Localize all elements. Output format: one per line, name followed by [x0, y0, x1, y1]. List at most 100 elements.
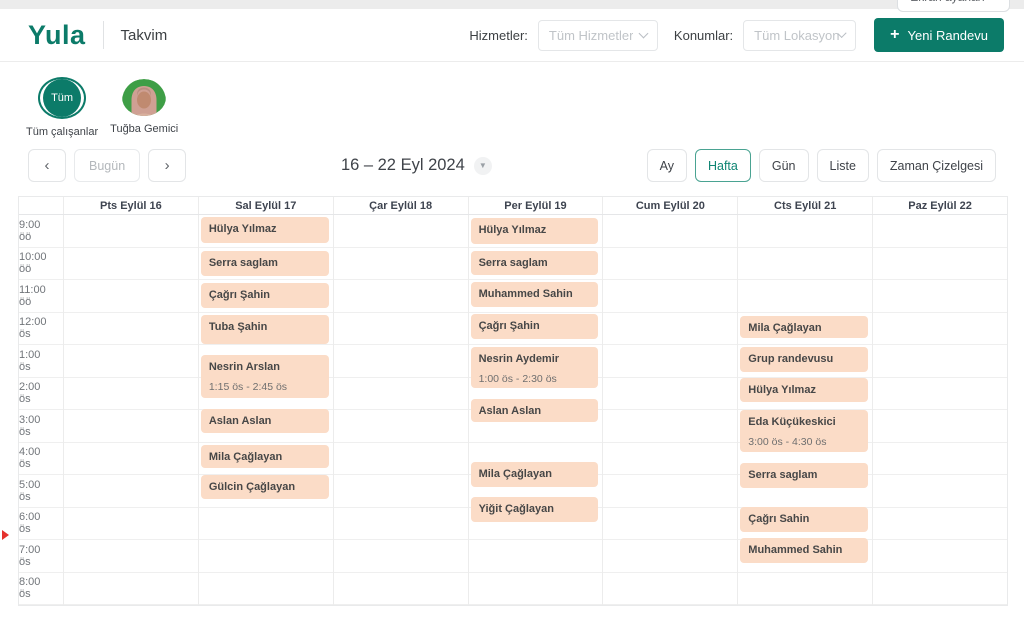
time-label: 2:00 ös	[19, 378, 63, 410]
staff-item-person[interactable]: Tuğba Gemici	[110, 77, 178, 135]
time-label: 7:00 ös	[19, 540, 63, 572]
page: Ekran ayarları Yula Takvim Hizmetler: Tü…	[0, 0, 1024, 618]
event-block[interactable]: Nesrin Arslan 1:15 ös - 2:45 ös	[201, 355, 329, 398]
event-block[interactable]: Çağrı Şahin	[201, 283, 329, 308]
person-avatar-image	[122, 79, 166, 116]
event-title: Nesrin Arslan	[209, 361, 321, 374]
event-block[interactable]: Yiğit Çağlayan	[471, 497, 599, 522]
event-title: Eda Küçükeskici	[748, 416, 860, 429]
calendar-toolbar: ‹ Bugün › 16 – 22 Eyl 2024 ▼ Ay Hafta Gü…	[0, 145, 1024, 196]
time-label: 4:00 ös	[19, 443, 63, 475]
locations-label: Konumlar:	[674, 28, 733, 43]
event-block[interactable]: Mila Çağlayan	[201, 445, 329, 468]
time-label: 9:00 öö	[19, 215, 63, 247]
time-label: 1:00 ös	[19, 345, 63, 377]
chevron-down-icon	[638, 28, 648, 38]
time-gutter-header	[19, 197, 63, 214]
column-separator	[602, 215, 603, 605]
event-block[interactable]: Muhammed Sahin	[471, 282, 599, 307]
calendar-week-grid: Pts Eylül 16Sal Eylül 17Çar Eylül 18Per …	[18, 196, 1008, 606]
event-title: Nesrin Aydemir	[479, 353, 591, 366]
staff-item-all[interactable]: Tüm Tüm çalışanlar	[26, 77, 98, 135]
screen-settings-button[interactable]: Ekran ayarları	[897, 0, 1010, 12]
event-title: Serra saglam	[748, 469, 860, 482]
nav-group: ‹ Bugün ›	[28, 149, 186, 182]
day-header-cell: Sal Eylül 17	[198, 197, 333, 214]
staff-filter-bar: Tüm Tüm çalışanlar Tuğba Gemici	[0, 62, 1024, 145]
top-strip	[0, 0, 1024, 9]
app-header: Yula Takvim Hizmetler: Tüm Hizmetler Kon…	[0, 9, 1024, 62]
view-week-button[interactable]: Hafta	[695, 149, 751, 182]
view-month-button[interactable]: Ay	[647, 149, 687, 182]
column-separator	[468, 215, 469, 605]
column-separator	[63, 215, 64, 605]
event-title: Çağrı Sahin	[748, 513, 860, 526]
next-week-button[interactable]: ›	[148, 149, 186, 182]
event-block[interactable]: Mila Çağlayan	[471, 462, 599, 487]
date-range-control[interactable]: 16 – 22 Eyl 2024 ▼	[186, 156, 646, 175]
event-block[interactable]: Muhammed Sahin	[740, 538, 868, 563]
day-header-cell: Cts Eylül 21	[737, 197, 872, 214]
event-title: Aslan Aslan	[209, 415, 321, 428]
event-block[interactable]: Mila Çağlayan	[740, 316, 868, 338]
event-title: Serra saglam	[209, 257, 321, 270]
event-block[interactable]: Tuba Şahin	[201, 315, 329, 344]
column-separator	[737, 215, 738, 605]
event-block[interactable]: Hülya Yılmaz	[471, 218, 599, 244]
event-block[interactable]: Çağrı Sahin	[740, 507, 868, 532]
event-title: Hülya Yılmaz	[479, 224, 591, 237]
column-separator	[198, 215, 199, 605]
event-block[interactable]: Eda Küçükeskici3:00 ös - 4:30 ös	[740, 410, 868, 452]
event-title: Gülcin Çağlayan	[209, 481, 321, 494]
day-header-cell: Çar Eylül 18	[333, 197, 468, 214]
event-block[interactable]: Serra saglam	[740, 463, 868, 488]
prev-week-button[interactable]: ‹	[28, 149, 66, 182]
view-day-button[interactable]: Gün	[759, 149, 809, 182]
event-block[interactable]: Grup randevusu	[740, 347, 868, 372]
event-title: Aslan Aslan	[479, 405, 591, 418]
services-select-value: Tüm Hizmetler	[549, 28, 634, 43]
event-block[interactable]: Gülcin Çağlayan	[201, 475, 329, 499]
services-select[interactable]: Tüm Hizmetler	[538, 20, 658, 51]
services-label: Hizmetler:	[469, 28, 528, 43]
event-time: 1:15 ös - 2:45 ös	[209, 381, 321, 393]
event-title: Hülya Yılmaz	[748, 384, 860, 397]
event-block[interactable]: Hülya Yılmaz	[201, 217, 329, 243]
staff-name-label: Tuğba Gemici	[110, 123, 178, 135]
new-appointment-button[interactable]: + Yeni Randevu	[874, 18, 1004, 52]
day-header-cell: Cum Eylül 20	[602, 197, 737, 214]
event-title: Mila Çağlayan	[748, 322, 860, 335]
date-range-label: 16 – 22 Eyl 2024	[341, 156, 465, 175]
hour-row: 8:00 ös	[19, 573, 1007, 606]
event-block[interactable]: Aslan Aslan	[201, 409, 329, 433]
event-block[interactable]: Nesrin Aydemir1:00 ös - 2:30 ös	[471, 347, 599, 388]
view-list-button[interactable]: Liste	[817, 149, 869, 182]
event-block[interactable]: Serra saglam	[201, 251, 329, 276]
event-title: Yiğit Çağlayan	[479, 503, 591, 516]
time-label: 10:00 öö	[19, 248, 63, 280]
selected-avatar-ring: Tüm	[38, 77, 86, 119]
column-separator	[872, 215, 873, 605]
event-block[interactable]: Hülya Yılmaz	[740, 378, 868, 402]
date-caret-icon: ▼	[474, 157, 492, 175]
screen-settings-label: Ekran ayarları	[910, 0, 985, 4]
event-title: Çağrı Şahin	[209, 289, 321, 302]
event-title: Tuba Şahin	[209, 321, 321, 334]
time-label: 5:00 ös	[19, 475, 63, 507]
day-header-cell: Paz Eylül 22	[872, 197, 1007, 214]
event-block[interactable]: Çağrı Şahin	[471, 314, 599, 339]
staff-name-label: Tüm çalışanlar	[26, 126, 98, 138]
all-staff-avatar: Tüm	[43, 79, 81, 117]
now-indicator-icon	[2, 530, 9, 540]
event-block[interactable]: Aslan Aslan	[471, 399, 599, 422]
event-title: Hülya Yılmaz	[209, 223, 321, 236]
locations-select[interactable]: Tüm Lokasyonlar	[743, 20, 856, 51]
time-label: 12:00 ös	[19, 313, 63, 345]
event-title: Muhammed Sahin	[748, 544, 860, 557]
event-title: Serra saglam	[479, 257, 591, 270]
today-button[interactable]: Bugün	[74, 149, 140, 182]
event-block[interactable]: Serra saglam	[471, 251, 599, 275]
event-title: Mila Çağlayan	[209, 451, 321, 464]
plus-icon: +	[890, 27, 899, 43]
view-timeline-button[interactable]: Zaman Çizelgesi	[877, 149, 996, 182]
